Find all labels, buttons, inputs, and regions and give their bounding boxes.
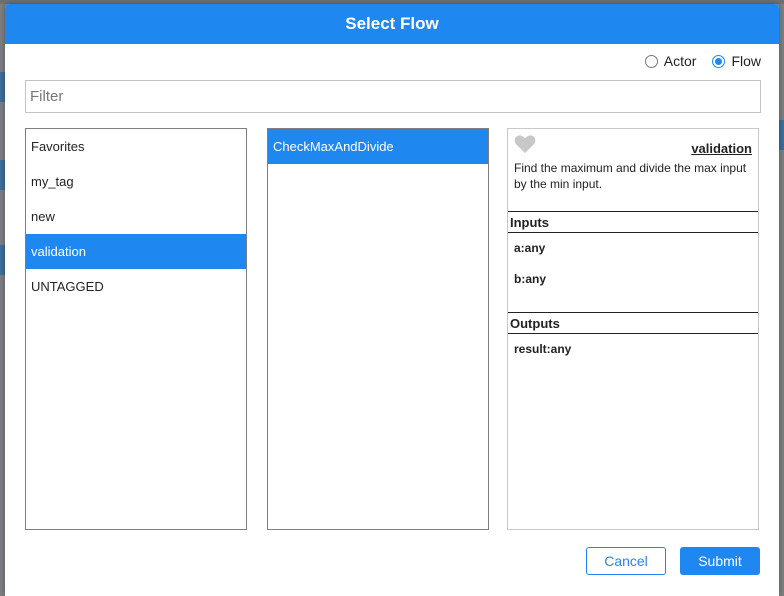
tag-item-untagged[interactable]: UNTAGGED	[26, 269, 246, 304]
radio-actor[interactable]: Actor	[644, 53, 697, 69]
flow-description: Find the maximum and divide the max inpu…	[514, 161, 747, 191]
tag-item-validation[interactable]: validation	[26, 234, 246, 269]
output-item-result: result:any	[514, 342, 572, 356]
tag-list: Favorites my_tag new validation UNTAGGED	[25, 128, 247, 530]
dialog-title: Select Flow	[5, 4, 779, 44]
flow-details: validation Find the maximum and divide t…	[507, 128, 759, 530]
cancel-button[interactable]: Cancel	[586, 547, 666, 575]
tag-item-my-tag[interactable]: my_tag	[26, 164, 246, 199]
backdrop-accent	[779, 120, 784, 150]
flow-item-checkmaxanddivide[interactable]: CheckMaxAndDivide	[268, 129, 488, 164]
radio-flow-circle[interactable]	[712, 54, 726, 68]
outputs-list: result:any	[508, 334, 758, 373]
radio-flow[interactable]: Flow	[712, 53, 761, 69]
select-flow-dialog: Select Flow Actor Flow Favorites my_tag …	[5, 4, 779, 596]
flow-list: CheckMaxAndDivide	[267, 128, 489, 530]
filter-input[interactable]	[25, 80, 761, 113]
radio-actor-label: Actor	[663, 53, 697, 69]
radio-actor-circle[interactable]	[644, 54, 658, 68]
inputs-list: a:any b:any	[508, 233, 758, 312]
heart-icon[interactable]	[514, 134, 536, 154]
tag-item-favorites[interactable]: Favorites	[26, 129, 246, 164]
input-item-b: b:any	[514, 272, 547, 286]
details-header-area: validation Find the maximum and divide t…	[508, 129, 758, 211]
details-tag-link[interactable]: validation	[691, 141, 752, 156]
mode-radio-group: Actor Flow	[644, 53, 761, 69]
input-item-a: a:any	[514, 241, 546, 255]
radio-flow-label: Flow	[731, 53, 761, 69]
inputs-heading: Inputs	[508, 211, 758, 233]
details-head: validation	[514, 134, 752, 156]
tag-item-new[interactable]: new	[26, 199, 246, 234]
submit-button[interactable]: Submit	[680, 547, 760, 575]
outputs-heading: Outputs	[508, 312, 758, 334]
